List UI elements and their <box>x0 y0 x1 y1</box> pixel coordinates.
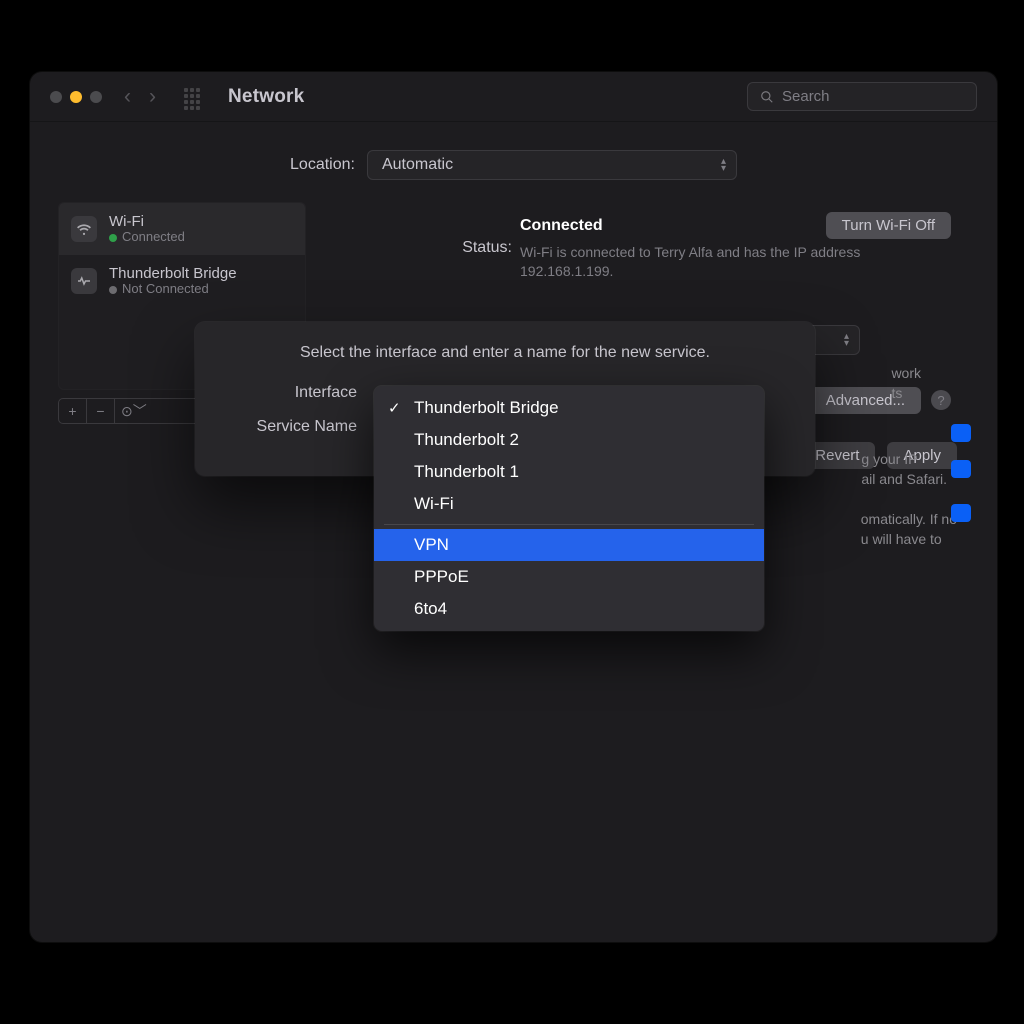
search-field[interactable]: Search <box>747 82 977 111</box>
status-value: Connected <box>520 217 603 235</box>
menu-item[interactable]: Thunderbolt 1 <box>374 456 764 488</box>
interface-dropdown-menu: ✓Thunderbolt BridgeThunderbolt 2Thunderb… <box>374 386 764 631</box>
menu-item[interactable]: VPN <box>374 529 764 561</box>
wifi-icon <box>71 216 97 242</box>
sidebar-item-name: Wi-Fi <box>109 213 185 230</box>
menu-item[interactable]: 6to4 <box>374 593 764 625</box>
more-actions-button[interactable]: ⊙﹀ <box>115 399 153 423</box>
nav-arrows: ‹ › <box>124 85 156 109</box>
chevron-updown-icon: ▴▾ <box>844 333 849 347</box>
menu-item[interactable]: PPPoE <box>374 561 764 593</box>
status-detail: Wi-Fi is connected to Terry Alfa and has… <box>520 243 951 281</box>
window-titlebar: ‹ › Network Search <box>30 72 997 122</box>
location-row: Location: Automatic ▴▾ <box>30 122 997 202</box>
close-button[interactable] <box>50 91 62 103</box>
location-label: Location: <box>290 156 355 174</box>
sidebar-item-wifi[interactable]: Wi-Fi Connected <box>59 203 305 255</box>
menu-item[interactable]: Wi-Fi <box>374 488 764 520</box>
obscured-button-edge <box>951 460 971 478</box>
window-title: Network <box>228 86 304 108</box>
obscured-button-edge <box>951 424 971 442</box>
thunderbolt-icon <box>71 268 97 294</box>
status-label: Status: <box>342 236 520 257</box>
chevron-updown-icon: ▴▾ <box>721 158 726 172</box>
location-select[interactable]: Automatic ▴▾ <box>367 150 737 180</box>
menu-separator <box>384 524 754 525</box>
traffic-lights <box>50 91 102 103</box>
menu-item[interactable]: Thunderbolt 2 <box>374 424 764 456</box>
show-all-icon[interactable] <box>184 88 202 106</box>
remove-service-button[interactable]: − <box>87 399 115 423</box>
interface-label: Interface <box>219 384 363 402</box>
obscured-button-edge <box>951 504 971 522</box>
add-service-button[interactable]: + <box>59 399 87 423</box>
search-icon <box>760 90 774 104</box>
menu-item[interactable]: ✓Thunderbolt Bridge <box>374 392 764 424</box>
sidebar-item-name: Thunderbolt Bridge <box>109 265 237 282</box>
sidebar-item-thunderbolt-bridge[interactable]: Thunderbolt Bridge Not Connected <box>59 255 305 307</box>
help-button[interactable]: ? <box>931 390 951 410</box>
maximize-button[interactable] <box>90 91 102 103</box>
back-button[interactable]: ‹ <box>124 85 131 109</box>
turn-wifi-off-button[interactable]: Turn Wi-Fi Off <box>826 212 951 239</box>
forward-button[interactable]: › <box>149 85 156 109</box>
check-icon: ✓ <box>388 399 401 417</box>
sheet-title: Select the interface and enter a name fo… <box>219 344 791 362</box>
service-name-label: Service Name <box>219 418 363 436</box>
minimize-button[interactable] <box>70 91 82 103</box>
